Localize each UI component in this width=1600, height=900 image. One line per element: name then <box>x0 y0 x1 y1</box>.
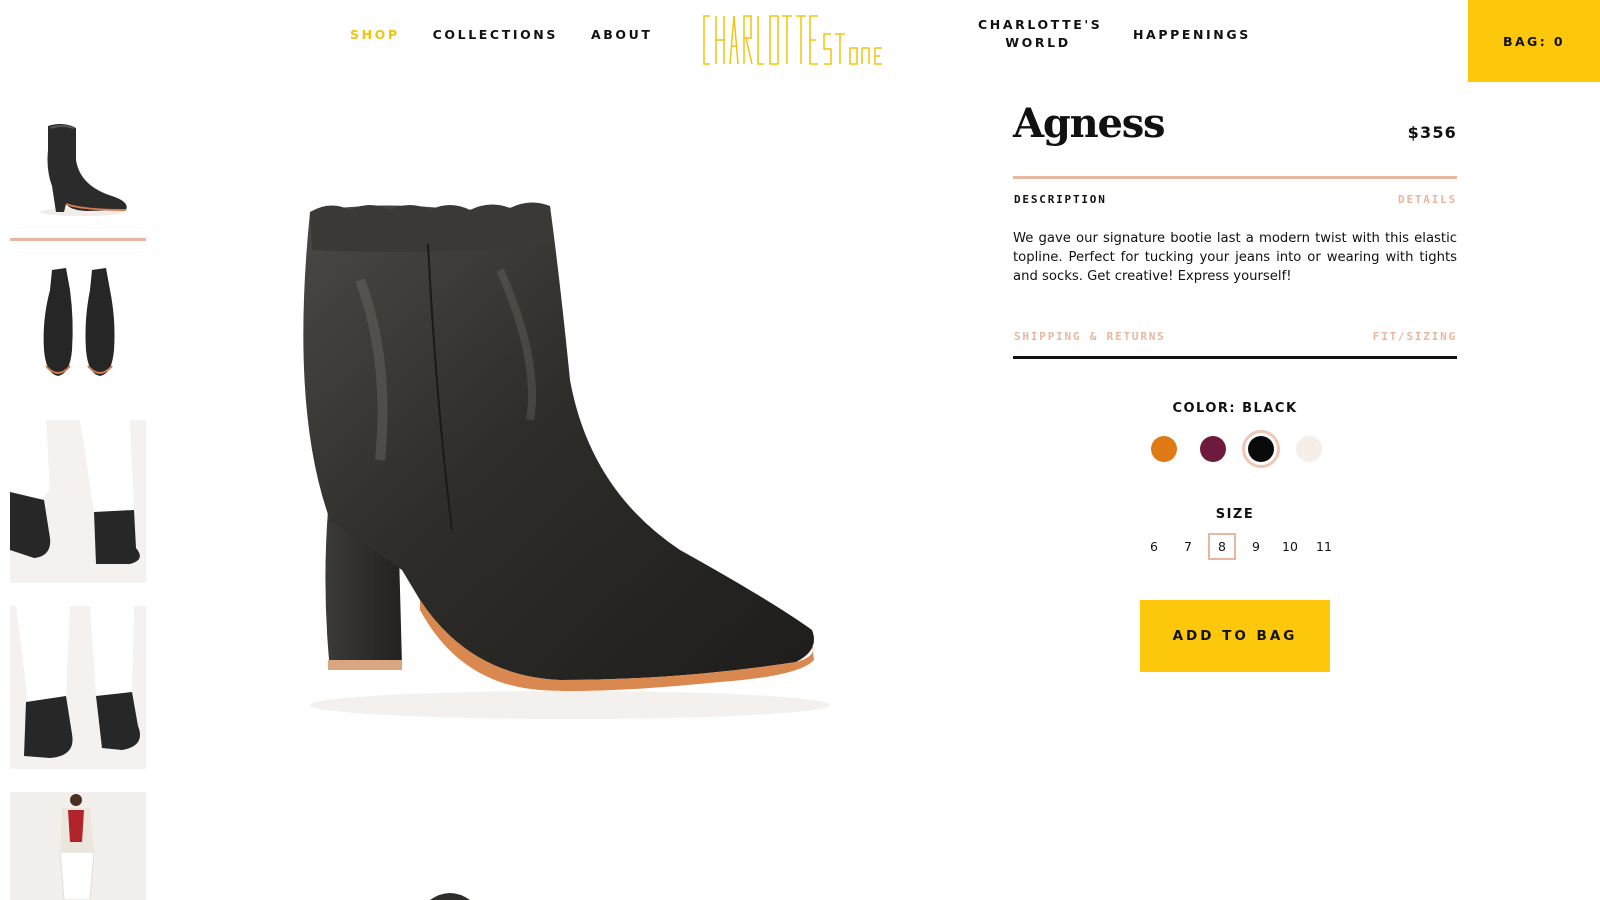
next-image-peek <box>420 886 480 900</box>
thumb-worn-side[interactable] <box>10 420 146 583</box>
tab-shipping-returns[interactable]: SHIPPING & RETURNS <box>1014 330 1166 343</box>
nav-charlottes-world[interactable]: CHARLOTTE'S WORLD <box>978 16 1100 52</box>
main-boot-image <box>303 202 830 719</box>
swatch-black[interactable] <box>1248 436 1274 462</box>
brand-logo[interactable] <box>700 8 900 72</box>
nav-about[interactable]: ABOUT <box>591 27 653 42</box>
thumb-model-full[interactable] <box>10 792 146 900</box>
thumb-boots-pair-image <box>10 250 146 388</box>
nav-collections[interactable]: COLLECTIONS <box>433 27 558 42</box>
size-option[interactable]: 9 <box>1242 533 1270 560</box>
tab-details[interactable]: DETAILS <box>1300 193 1457 206</box>
thumb-worn-side-image <box>10 420 146 583</box>
product-description: We gave our signature bootie last a mode… <box>1013 231 1457 284</box>
thumb-selected-indicator <box>10 238 146 241</box>
size-option[interactable]: 11 <box>1310 533 1338 560</box>
size-option[interactable]: 10 <box>1276 533 1304 560</box>
tab-description[interactable]: DESCRIPTION <box>1014 193 1107 206</box>
swatch-cream[interactable] <box>1296 436 1322 462</box>
size-selector: 6 7 8 9 10 11 <box>1140 533 1340 560</box>
tab-fit-sizing[interactable]: FIT/SIZING <box>1300 330 1457 343</box>
nav-shop[interactable]: SHOP <box>350 27 400 42</box>
size-label: SIZE <box>1215 507 1255 522</box>
thumb-boot-side-image <box>10 100 146 235</box>
nav-happenings[interactable]: HAPPENINGS <box>1133 27 1251 42</box>
tabs-bottom-rule <box>1013 356 1457 359</box>
tabs-top-rule <box>1013 176 1457 179</box>
add-to-bag-button[interactable]: ADD TO BAG <box>1140 600 1330 672</box>
nav-world-line1: CHARLOTTE'S <box>978 17 1103 32</box>
swatch-orange[interactable] <box>1151 436 1177 462</box>
color-label: COLOR: BLACK <box>1172 401 1298 416</box>
size-option[interactable]: 7 <box>1174 533 1202 560</box>
thumb-boots-pair[interactable] <box>10 250 146 388</box>
primary-nav-left: SHOP COLLECTIONS ABOUT <box>350 27 652 42</box>
swatch-burgundy[interactable] <box>1200 436 1226 462</box>
next-image-peek-shape <box>430 893 470 900</box>
thumb-boot-side[interactable] <box>10 100 146 235</box>
brand-logo-image <box>703 15 882 65</box>
nav-world-line2: WORLD <box>1005 35 1071 50</box>
thumb-worn-front-image <box>10 606 146 769</box>
thumb-worn-front[interactable] <box>10 606 146 769</box>
size-option[interactable]: 6 <box>1140 533 1168 560</box>
bag-button[interactable]: BAG: 0 <box>1468 0 1600 82</box>
size-option-selected[interactable]: 8 <box>1208 533 1236 560</box>
product-name: Agness <box>1013 100 1166 147</box>
main-product-image[interactable] <box>240 160 880 820</box>
color-swatches <box>1145 430 1325 468</box>
product-price: $356 <box>1407 123 1457 142</box>
thumb-model-full-image <box>10 792 146 900</box>
